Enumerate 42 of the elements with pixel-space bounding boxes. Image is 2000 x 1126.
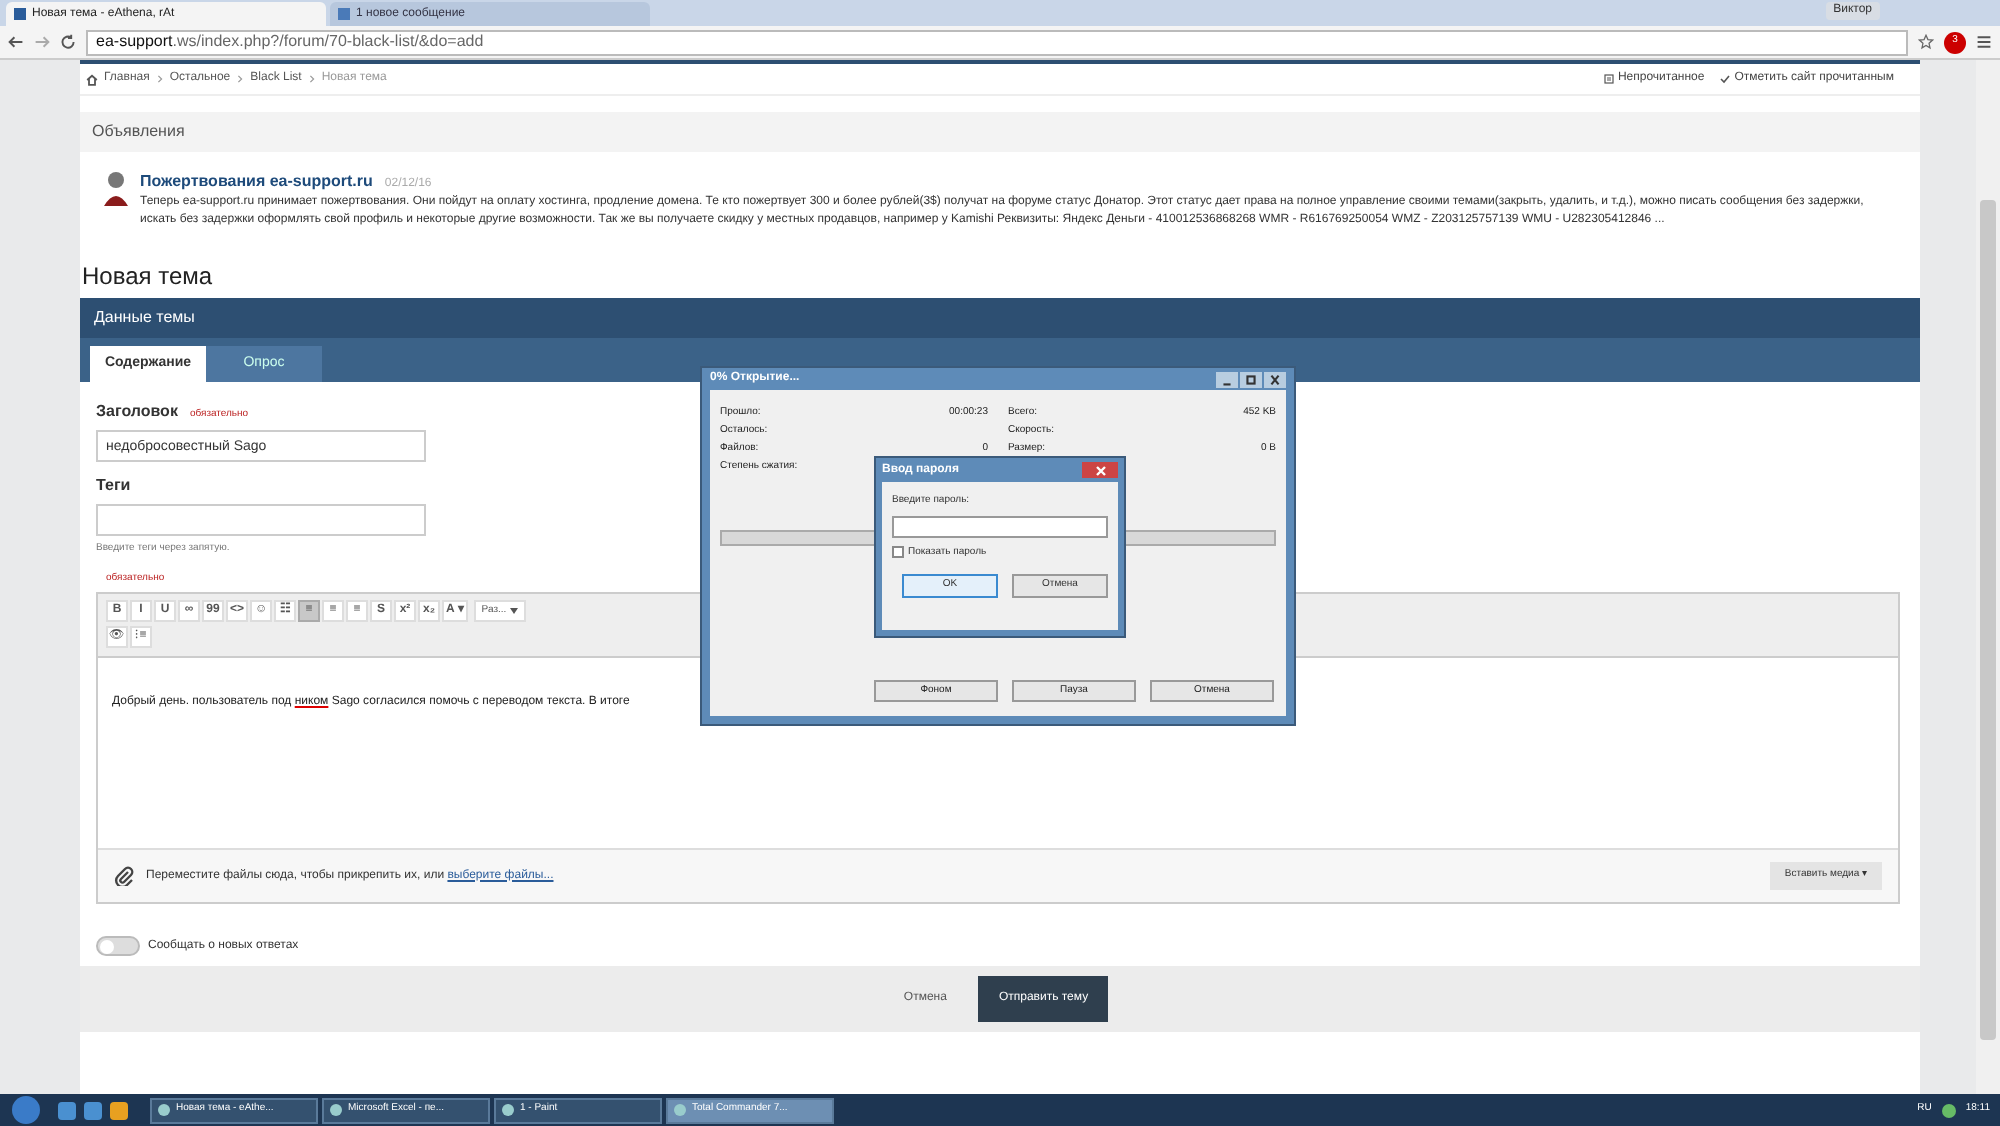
toggle-switch[interactable] — [96, 936, 140, 956]
chevron-icon — [155, 74, 164, 84]
paperclip-icon — [114, 866, 134, 886]
chevron-icon — [307, 74, 316, 84]
app-icon — [502, 1104, 514, 1116]
caret-icon — [510, 608, 519, 614]
reload-icon[interactable] — [60, 34, 76, 50]
star-icon[interactable] — [1918, 34, 1934, 50]
favicon-icon — [14, 8, 26, 20]
media-icon[interactable] — [110, 1101, 128, 1119]
start-button[interactable] — [12, 1096, 40, 1124]
menu-icon[interactable] — [1976, 34, 1992, 50]
page-heading: Новая тема — [82, 260, 215, 294]
close-icon — [1095, 465, 1105, 475]
favicon-icon — [338, 8, 350, 20]
password-field[interactable] — [892, 515, 1108, 537]
notices-header: Объявления — [80, 112, 1920, 152]
tags-field[interactable] — [96, 504, 426, 536]
tray-icon[interactable] — [1941, 1103, 1956, 1117]
scrollbar-thumb[interactable] — [1980, 200, 1996, 1040]
app-icon — [330, 1104, 342, 1116]
close-button[interactable] — [1082, 462, 1118, 478]
panel-header: Данные темы — [80, 298, 1920, 338]
avatar-icon — [100, 170, 132, 206]
address-field[interactable]: ea-support.ws/index.php?/forum/70-black-list/&do=add — [86, 29, 1908, 55]
notice-title[interactable]: Пожертвования ea-support.ru — [140, 170, 373, 194]
checkbox[interactable] — [892, 546, 904, 559]
field-label: Заголовок — [96, 400, 178, 424]
maximize-button[interactable] — [1240, 371, 1262, 387]
browser-icon[interactable] — [58, 1101, 76, 1119]
back-icon[interactable] — [8, 34, 24, 50]
chevron-icon — [236, 74, 245, 84]
forward-icon[interactable] — [34, 34, 50, 50]
app-icon — [674, 1104, 686, 1116]
window-icon[interactable] — [84, 1101, 102, 1119]
list-icon — [1603, 74, 1614, 84]
checkmark-icon — [1720, 74, 1731, 84]
field-label: Теги — [96, 474, 131, 498]
home-icon — [86, 73, 98, 85]
close-button[interactable] — [1264, 371, 1286, 387]
app-icon — [158, 1104, 170, 1116]
maximize-icon — [1240, 371, 1262, 387]
